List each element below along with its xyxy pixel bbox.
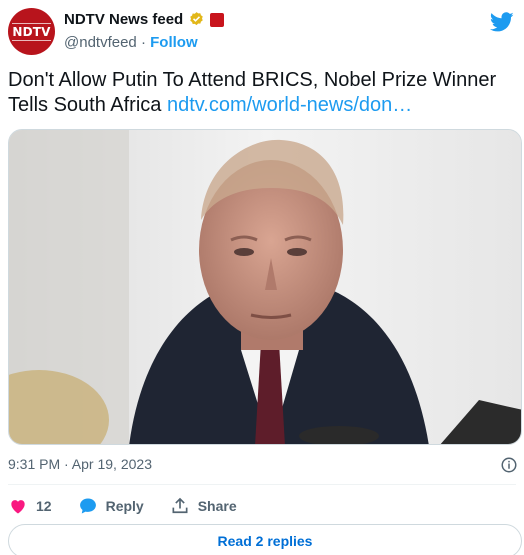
tweet-text: Don't Allow Putin To Attend BRICS, Nobel… [8, 68, 514, 118]
heart-icon [11, 500, 25, 514]
handle[interactable]: @ndtvfeed [64, 34, 137, 51]
verified-badge-icon [190, 12, 203, 26]
timestamp[interactable]: 9:31 PM · Apr 19, 2023 [8, 456, 152, 472]
like-button[interactable]: 12 [8, 496, 52, 516]
name-row: NDTV News feed [64, 11, 225, 28]
separator: · [140, 34, 146, 51]
info-icon[interactable] [500, 456, 518, 474]
share-upload-icon [172, 497, 188, 514]
speech-bubble-icon [79, 498, 96, 514]
like-count: 12 [36, 498, 52, 514]
display-name[interactable]: NDTV News feed [64, 11, 183, 28]
divider [8, 484, 516, 485]
share-button[interactable]: Share [170, 496, 237, 516]
tweet-photo[interactable] [8, 129, 522, 445]
read-replies-label: Read 2 replies [217, 533, 313, 549]
share-label: Share [197, 498, 237, 514]
tweet-link[interactable]: ndtv.com/world-news/don… [167, 94, 412, 116]
action-bar: 12 Reply Share [8, 494, 263, 518]
reply-button[interactable]: Reply [78, 496, 144, 516]
twitter-bird-icon[interactable] [490, 10, 514, 34]
follow-button[interactable]: Follow [150, 34, 198, 51]
avatar-text: NDTV [12, 22, 51, 41]
portrait-photo [9, 130, 521, 444]
tweet-header: NDTV NDTV News feed @ndtvfeed · Follow [8, 6, 518, 56]
avatar[interactable]: NDTV [8, 8, 55, 55]
read-replies-button[interactable]: Read 2 replies [8, 524, 522, 555]
affiliate-badge-icon [210, 12, 225, 27]
tweet-meta: 9:31 PM · Apr 19, 2023 [8, 456, 522, 478]
reply-label: Reply [105, 498, 144, 514]
handle-row: @ndtvfeed · Follow [64, 34, 198, 51]
